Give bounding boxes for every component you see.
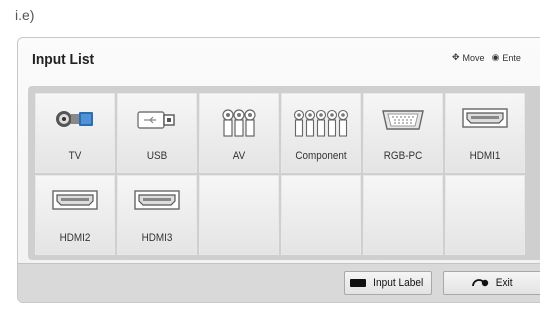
input-tile-tv[interactable]: TV bbox=[35, 93, 115, 173]
exit-key-icon bbox=[472, 277, 490, 290]
input-label: HDMI1 bbox=[469, 150, 501, 162]
antenna-icon bbox=[55, 108, 95, 135]
hdmi-icon bbox=[52, 190, 98, 215]
exit-button-text: Exit bbox=[496, 277, 513, 289]
input-grid: TV USB AV Component RGB-PC HDMI1 HDMI2 H… bbox=[28, 86, 540, 260]
footer-bar: Input Label Exit bbox=[18, 263, 540, 302]
hint-move-label: Move bbox=[462, 52, 485, 63]
caption-text: i.e) bbox=[15, 7, 35, 23]
input-tile-usb[interactable]: USB bbox=[117, 93, 197, 173]
enter-button-icon: ◉ bbox=[491, 52, 500, 62]
exit-button[interactable]: Exit bbox=[443, 271, 540, 295]
input-label: TV bbox=[68, 150, 82, 162]
usb-icon bbox=[136, 108, 178, 137]
rgb-pc-icon bbox=[381, 108, 425, 137]
input-label: HDMI3 bbox=[141, 232, 173, 244]
input-tile-rgb-pc[interactable]: RGB-PC bbox=[363, 93, 443, 173]
input-label: Component bbox=[295, 150, 347, 162]
input-label: USB bbox=[146, 150, 168, 162]
input-tile-hdmi3[interactable]: HDMI3 bbox=[117, 175, 197, 255]
color-key-icon bbox=[350, 279, 367, 287]
input-label: AV bbox=[232, 150, 246, 162]
empty-tile bbox=[445, 175, 525, 255]
input-label: RGB-PC bbox=[383, 150, 423, 162]
component-icon bbox=[293, 108, 349, 143]
input-tile-hdmi1[interactable]: HDMI1 bbox=[445, 93, 525, 173]
key-hints: ✥ Move ◉ Ente bbox=[452, 52, 521, 63]
input-tile-component[interactable]: Component bbox=[281, 93, 361, 173]
hint-enter-label: Ente bbox=[502, 52, 521, 63]
empty-tile bbox=[363, 175, 443, 255]
empty-tile bbox=[281, 175, 361, 255]
av-icon bbox=[221, 108, 257, 143]
input-tile-hdmi2[interactable]: HDMI2 bbox=[35, 175, 115, 255]
panel-title: Input List bbox=[32, 51, 95, 68]
input-label-button-text: Input Label bbox=[373, 277, 424, 289]
input-tile-av[interactable]: AV bbox=[199, 93, 279, 173]
hdmi-icon bbox=[134, 190, 180, 215]
input-label-button[interactable]: Input Label bbox=[344, 271, 432, 295]
hdmi-icon bbox=[462, 108, 508, 133]
input-list-panel: Input List ✥ Move ◉ Ente TV USB AV Compo… bbox=[17, 37, 540, 303]
empty-tile bbox=[199, 175, 279, 255]
move-arrows-icon: ✥ bbox=[452, 52, 460, 62]
input-label: HDMI2 bbox=[59, 232, 91, 244]
